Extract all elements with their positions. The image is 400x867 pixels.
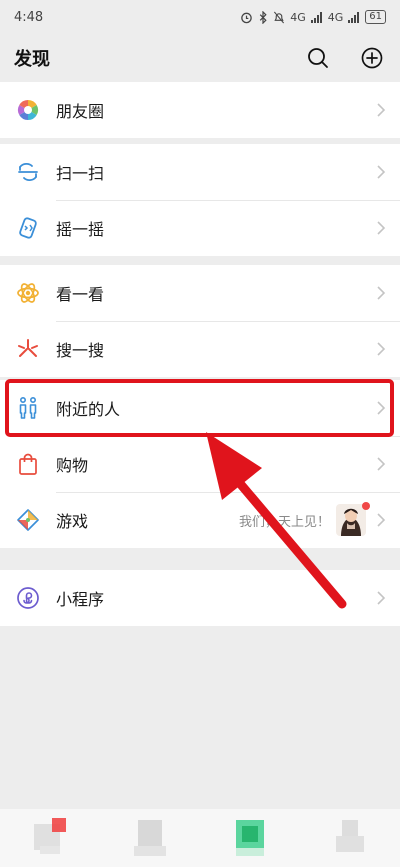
tab-chats[interactable] [30,816,70,860]
menu-item-label: 搜一搜 [56,341,105,360]
new-badge-dot [362,502,370,510]
signal-4g-1: 4G [290,10,306,24]
chevron-right-icon [377,286,386,300]
shopping-bag-icon [19,453,37,475]
top-stories-icon [17,283,39,303]
chevron-right-icon [377,591,386,605]
bluetooth-icon [259,10,267,24]
signal-4g-2: 4G [327,10,344,24]
menu-item-mini-programs[interactable]: 小程序 [0,570,400,626]
bottom-tab-bar [0,809,400,867]
battery-indicator: 61 [365,10,386,24]
menu-item-scan[interactable]: 扫一扫 [0,144,400,200]
signal-bars-icon-2 [348,11,360,23]
mini-programs-icon [17,587,39,609]
menu-group-mini-programs: 小程序 [0,570,400,626]
games-promo-text: 我们，天上见！ [238,514,330,530]
menu-item-shopping[interactable]: 购物 [0,436,400,492]
menu-group-moments: 朋友圈 [0,82,400,138]
menu-item-games[interactable]: 游戏 我们，天上见！ [0,492,400,548]
menu-item-label: 看一看 [56,285,105,304]
top-bar: 发现 [0,34,400,82]
games-icon [17,509,39,531]
highlight-box-people-nearby [5,379,394,437]
tab-contacts[interactable] [130,816,170,860]
alarm-icon [241,12,252,23]
signal-bars-icon [310,11,322,23]
chevron-right-icon [377,103,386,117]
add-button[interactable] [360,46,384,70]
menu-item-top-stories[interactable]: 看一看 [0,265,400,321]
menu-item-search[interactable]: 搜一搜 [0,321,400,377]
menu-group-scan-shake: 扫一扫 摇一摇 [0,144,400,256]
search-icon [308,48,328,68]
mute-bell-icon [274,11,285,23]
search-spark-icon [18,339,38,357]
tab-me[interactable] [330,816,370,860]
menu-item-moments[interactable]: 朋友圈 [0,82,400,138]
menu-item-label: 游戏 [56,512,89,531]
chevron-right-icon [377,342,386,356]
chevron-right-icon [377,221,386,235]
status-bar: 4:48 4G 4G 61 [0,0,400,34]
game-character-avatar [336,504,366,536]
chevron-right-icon [377,457,386,471]
search-button[interactable] [306,46,330,70]
status-time: 4:48 [14,9,44,25]
menu-item-label: 小程序 [56,590,105,609]
menu-group-stories-search: 看一看 搜一搜 [0,265,400,377]
menu-item-label: 朋友圈 [56,102,105,121]
tab-discover[interactable] [230,816,270,860]
page-title: 发现 [14,49,50,70]
menu-item-shake[interactable]: 摇一摇 [0,200,400,256]
menu-item-label: 扫一扫 [56,164,105,183]
plus-circle-icon [361,47,383,69]
moments-aperture-icon [17,99,39,121]
shake-icon [19,217,37,239]
scan-icon [18,162,38,182]
chevron-right-icon [377,165,386,179]
menu-item-label: 购物 [56,456,89,475]
menu-item-label: 摇一摇 [56,220,105,239]
header-actions [306,46,384,70]
status-icons: 4G 4G 61 [240,10,386,24]
chevron-right-icon [377,513,386,527]
